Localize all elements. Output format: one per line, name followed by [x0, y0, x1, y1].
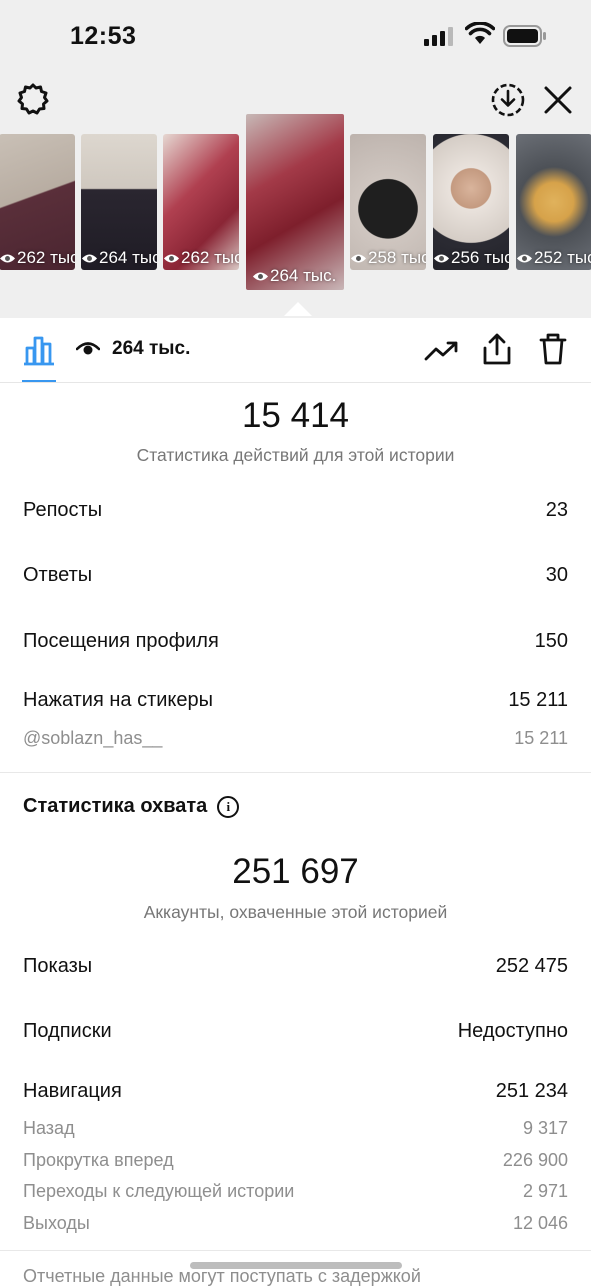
story-views-label: 252 тыс.	[516, 248, 591, 268]
battery-icon	[503, 25, 546, 47]
story-views-label: 256 тыс.	[433, 248, 509, 268]
stat-value: 15 211	[514, 728, 568, 748]
stat-label: Назад	[23, 1118, 75, 1138]
eye-icon	[433, 253, 450, 263]
stat-value: Недоступно	[457, 1020, 568, 1042]
eye-icon	[0, 253, 16, 263]
section-divider	[0, 772, 591, 773]
story-thumbnail[interactable]: 262 тыс.	[163, 134, 239, 270]
eye-icon	[163, 253, 180, 263]
settings-gear-icon[interactable]	[16, 82, 50, 116]
stat-value: 12 046	[512, 1213, 568, 1233]
eye-icon	[76, 342, 100, 355]
stat-value: 9 317	[522, 1118, 568, 1138]
section-divider	[0, 1250, 591, 1251]
story-thumbnail[interactable]: 256 тыс.	[433, 134, 509, 270]
insights-toolbar: 264 тыс.	[0, 318, 591, 383]
stat-label: Ответы	[23, 564, 93, 586]
top-panel: 12:53 262 тыс.	[0, 0, 591, 318]
selected-story-pointer	[284, 302, 312, 316]
stat-value: 251 234	[495, 1080, 568, 1102]
stat-label: Показы	[23, 955, 93, 977]
share-upload-icon[interactable]	[482, 332, 512, 366]
footer-note: Отчетные данные могут поступать с задерж…	[23, 1266, 421, 1286]
stat-row-exits: Выходы 12 046	[23, 1213, 568, 1234]
stat-row-reposts: Репосты 23	[23, 499, 568, 522]
story-thumbnail[interactable]: 264 тыс.	[81, 134, 157, 270]
stat-row-sticker-mention[interactable]: @soblazn_has__ 15 211	[23, 728, 568, 749]
stat-label: Переходы к следующей истории	[23, 1181, 295, 1201]
stat-row-sticker-taps: Нажатия на стикеры 15 211	[23, 689, 568, 712]
story-thumbnail-selected[interactable]: 264 тыс.	[246, 114, 344, 290]
wifi-icon	[465, 22, 495, 44]
stat-row-navigation: Навигация 251 234	[23, 1080, 568, 1103]
stat-label: Нажатия на стикеры	[23, 689, 213, 711]
stat-row-impressions: Показы 252 475	[23, 955, 568, 978]
eye-icon	[350, 253, 367, 263]
eye-icon	[516, 253, 533, 263]
story-views-label: 264 тыс.	[81, 248, 157, 268]
eye-icon	[252, 271, 269, 281]
actions-total: 15 414	[241, 396, 350, 435]
download-icon[interactable]	[490, 82, 526, 118]
story-views-label: 264 тыс.	[252, 266, 336, 286]
cellular-signal-icon	[424, 27, 453, 46]
eye-icon	[81, 253, 98, 263]
stat-value: 252 475	[495, 955, 568, 977]
stat-value: 226 900	[502, 1150, 568, 1170]
stat-row-profile-visits: Посещения профиля 150	[23, 630, 568, 653]
stat-value: 30	[545, 564, 568, 586]
story-views-label: 262 тыс.	[163, 248, 239, 268]
close-icon[interactable]	[542, 84, 574, 116]
stat-label: Навигация	[23, 1080, 122, 1102]
info-icon[interactable]: i	[217, 795, 240, 818]
stat-value: 15 211	[508, 689, 568, 711]
story-views-label: 258 тыс.	[350, 248, 426, 268]
delete-trash-icon[interactable]	[538, 332, 568, 366]
stat-value: 23	[545, 499, 568, 521]
stat-value: 150	[534, 630, 568, 652]
stat-row-follows: Подписки Недоступно	[23, 1020, 568, 1043]
story-views-label: 262 тыс.	[0, 248, 75, 268]
reach-total: 251 697	[232, 852, 359, 891]
actions-caption: Статистика действий для этой истории	[136, 445, 455, 465]
story-thumbnails-strip: 262 тыс. 264 тыс. 262 тыс. 264 тыс. 258 …	[0, 114, 591, 314]
story-thumbnail[interactable]: 262 тыс.	[0, 134, 75, 270]
stat-label: Посещения профиля	[23, 630, 219, 652]
stat-label: Выходы	[23, 1213, 90, 1233]
stat-row-forward: Прокрутка вперед 226 900	[23, 1150, 568, 1171]
story-thumbnail[interactable]: 252 тыс.	[516, 134, 591, 270]
story-thumbnail[interactable]: 258 тыс.	[350, 134, 426, 270]
status-bar: 12:53	[0, 0, 591, 70]
active-tab-indicator	[22, 380, 56, 382]
trending-icon[interactable]	[424, 340, 460, 362]
reach-caption: Аккаунты, охваченные этой историей	[143, 902, 448, 922]
stat-value: 2 971	[522, 1181, 568, 1201]
insights-chart-icon[interactable]	[22, 334, 56, 366]
stat-row-next-story: Переходы к следующей истории 2 971	[23, 1181, 568, 1202]
sticker-mention-label[interactable]: @soblazn_has__	[23, 728, 162, 749]
home-indicator[interactable]	[190, 1262, 402, 1269]
stat-label: Прокрутка вперед	[23, 1150, 174, 1170]
reach-title-text: Статистика охвата	[23, 795, 208, 817]
stat-row-back: Назад 9 317	[23, 1118, 568, 1139]
stat-label: Репосты	[23, 499, 103, 521]
views-count: 264 тыс.	[76, 338, 190, 360]
stat-label: Подписки	[23, 1020, 112, 1042]
status-time: 12:53	[70, 22, 137, 50]
reach-section-title: Статистика охвата i	[23, 795, 240, 818]
stat-row-replies: Ответы 30	[23, 564, 568, 587]
